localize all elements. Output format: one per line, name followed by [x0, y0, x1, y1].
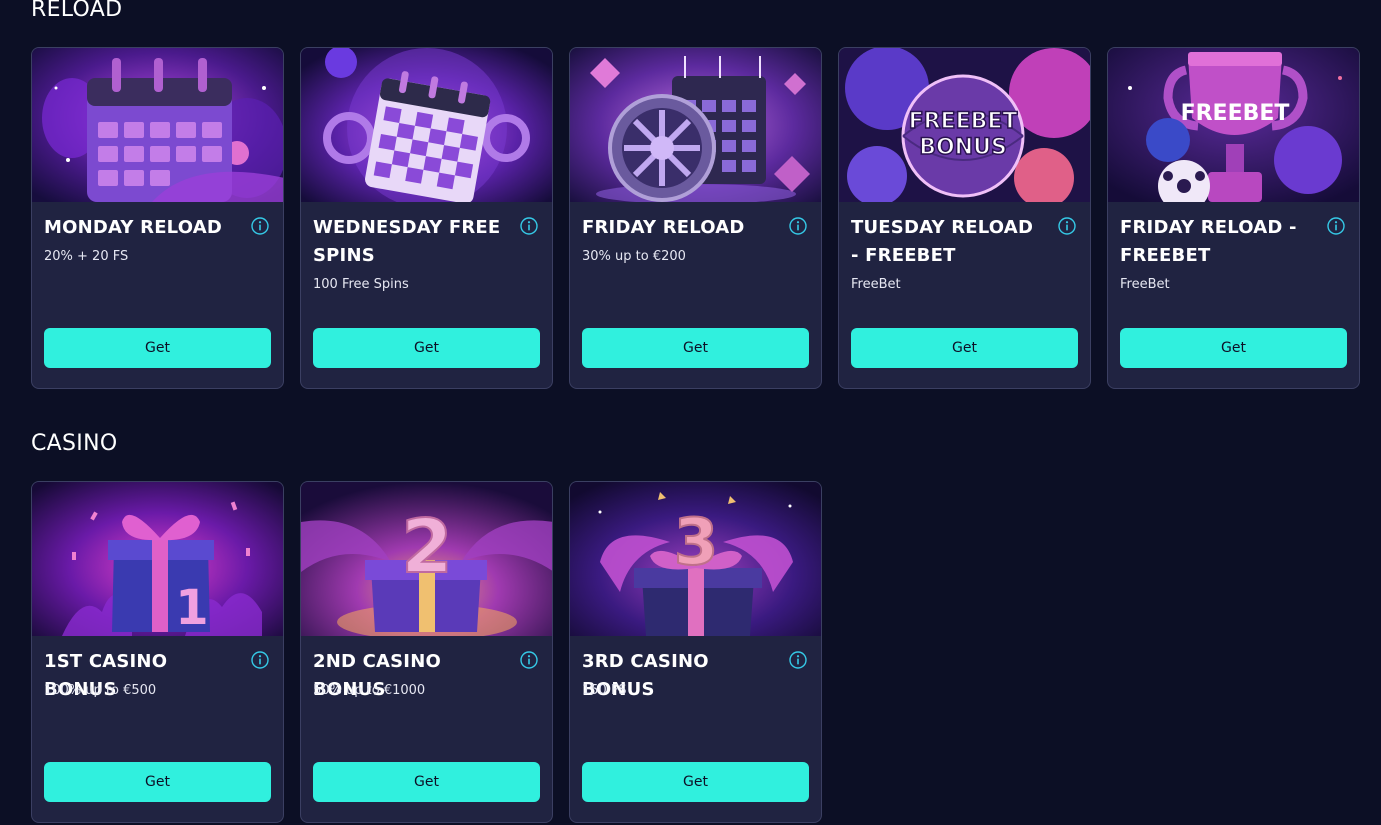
- promo-card-1st-casino-bonus: 1 1ST CASINO BONUS 100% up to €500 Get: [31, 481, 284, 823]
- roulette-calendar-illustration: [570, 48, 821, 202]
- info-icon[interactable]: [1058, 217, 1076, 235]
- promo-card-wednesday-free-spins: WEDNESDAY FREE SPINS 100 Free Spins Get: [300, 47, 553, 389]
- promo-card-friday-reload: FRIDAY RELOAD 30% up to €200 Get: [569, 47, 822, 389]
- checkered-calendar-illustration: [301, 48, 552, 202]
- section-title-reload: RELOAD: [31, 0, 123, 22]
- gift-box-2-illustration: 2: [301, 482, 552, 636]
- card-title: TUESDAY RELOAD - FREEBET: [851, 217, 1034, 266]
- card-subtitle: 20% + 20 FS: [44, 249, 129, 264]
- get-button[interactable]: Get: [582, 328, 809, 368]
- card-title: WEDNESDAY FREE SPINS: [313, 217, 501, 266]
- promo-card-monday-reload: MONDAY RELOAD 20% + 20 FS Get: [31, 47, 284, 389]
- info-icon[interactable]: [789, 217, 807, 235]
- freebet-bonus-balls-illustration: FREEBET BONUS: [839, 48, 1090, 202]
- info-icon[interactable]: [251, 217, 269, 235]
- card-subtitle: 50% up to €1000: [313, 683, 426, 698]
- card-subtitle: 100 Free Spins: [313, 277, 409, 292]
- get-button[interactable]: Get: [1120, 328, 1347, 368]
- card-subtitle: 30% up to €200: [582, 249, 686, 264]
- freebet-trophy-illustration: FREEBET: [1108, 48, 1359, 202]
- promo-card-tuesday-reload-freebet: FREEBET BONUS TUESDAY RELOAD - FREEBET F…: [838, 47, 1091, 389]
- gift-number-text: 2: [401, 504, 453, 590]
- promo-card-2nd-casino-bonus: 2 2ND CASINO BONUS 50% up to €1000 Get: [300, 481, 553, 823]
- info-icon[interactable]: [1327, 217, 1345, 235]
- card-title: FRIDAY RELOAD: [582, 217, 745, 238]
- section-title-casino: CASINO: [31, 431, 118, 456]
- bonus-image-text: BONUS: [919, 135, 1007, 160]
- gift-number-text: 1: [175, 580, 208, 636]
- info-icon[interactable]: [520, 651, 538, 669]
- gift-box-1-illustration: 1: [32, 482, 283, 636]
- promotions-page: RELOAD MONDAY RELOAD 20% + 20 FS Get WED…: [0, 0, 1381, 825]
- get-button[interactable]: Get: [313, 762, 540, 802]
- reload-cards-grid: MONDAY RELOAD 20% + 20 FS Get WEDNESDAY …: [31, 47, 1360, 389]
- get-button[interactable]: Get: [582, 762, 809, 802]
- get-button[interactable]: Get: [44, 328, 271, 368]
- get-button[interactable]: Get: [44, 762, 271, 802]
- calendar-illustration: [32, 48, 283, 202]
- card-subtitle: FreeBet: [851, 277, 901, 292]
- card-title: MONDAY RELOAD: [44, 217, 223, 238]
- promo-card-3rd-casino-bonus: 3 3RD CASINO BONUS 150 FS Get: [569, 481, 822, 823]
- card-subtitle: FreeBet: [1120, 277, 1170, 292]
- card-subtitle: 150 FS: [582, 683, 627, 698]
- get-button[interactable]: Get: [313, 328, 540, 368]
- gift-number-text: 3: [674, 506, 719, 580]
- freebet-image-text: FREEBET: [1181, 101, 1290, 126]
- card-title: FRIDAY RELOAD - FREEBET: [1120, 217, 1297, 266]
- get-button[interactable]: Get: [851, 328, 1078, 368]
- card-subtitle: 100% up to €500: [44, 683, 157, 698]
- info-icon[interactable]: [789, 651, 807, 669]
- info-icon[interactable]: [520, 217, 538, 235]
- promo-card-friday-reload-freebet: FREEBET FRIDAY RELOAD - FREEBET FreeBet …: [1107, 47, 1360, 389]
- gift-box-3-illustration: 3: [570, 482, 821, 636]
- freebet-image-text: FREEBET: [909, 109, 1018, 134]
- info-icon[interactable]: [251, 651, 269, 669]
- casino-cards-grid: 1 1ST CASINO BONUS 100% up to €500 Get 2…: [31, 481, 822, 823]
